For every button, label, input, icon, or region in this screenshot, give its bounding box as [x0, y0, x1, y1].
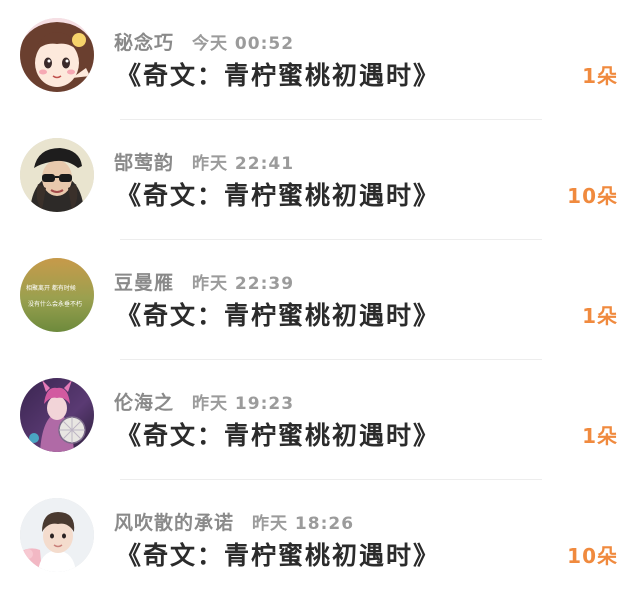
list-item[interactable]: 相聚离开 都有时候 没有什么会永垂不朽 豆曼雁 昨天 22:39 《奇文：青柠蜜… [0, 240, 640, 360]
book-title[interactable]: 《奇文：青柠蜜桃初遇时》 [116, 56, 440, 92]
boy-portrait-avatar[interactable] [20, 498, 94, 572]
list-item[interactable]: 风吹散的承诺 昨天 18:26 《奇文：青柠蜜桃初遇时》 10朵 [0, 480, 640, 600]
timestamp: 昨天 18:26 [252, 514, 355, 534]
item-meta: 郜莺韵 昨天 22:41 [114, 148, 294, 175]
timestamp: 昨天 19:23 [192, 394, 295, 414]
user-name[interactable]: 秘念巧 [114, 28, 174, 55]
list-item[interactable]: 秘念巧 今天 00:52 《奇文：青柠蜜桃初遇时》 1朵 [0, 0, 640, 120]
item-meta: 伦海之 昨天 19:23 [114, 388, 294, 415]
timestamp: 昨天 22:39 [192, 274, 295, 294]
gift-list: 秘念巧 今天 00:52 《奇文：青柠蜜桃初遇时》 1朵 郜莺韵 昨天 22:4… [0, 0, 640, 616]
game-character-avatar[interactable] [20, 378, 94, 452]
flower-count: 1朵 [582, 424, 618, 448]
timestamp: 昨天 22:41 [192, 154, 295, 174]
book-title[interactable]: 《奇文：青柠蜜桃初遇时》 [116, 416, 440, 452]
book-title[interactable]: 《奇文：青柠蜜桃初遇时》 [116, 296, 440, 332]
flower-count: 10朵 [567, 544, 618, 568]
anime-girl-avatar[interactable] [20, 18, 94, 92]
timestamp: 今天 00:52 [192, 34, 295, 54]
flower-count: 1朵 [582, 64, 618, 88]
item-meta: 风吹散的承诺 昨天 18:26 [114, 508, 354, 535]
flower-count: 10朵 [567, 184, 618, 208]
user-name[interactable]: 伦海之 [114, 388, 174, 415]
user-name[interactable]: 豆曼雁 [114, 268, 174, 295]
flower-count: 1朵 [582, 304, 618, 328]
item-meta: 豆曼雁 昨天 22:39 [114, 268, 294, 295]
item-meta: 秘念巧 今天 00:52 [114, 28, 294, 55]
book-title[interactable]: 《奇文：青柠蜜桃初遇时》 [116, 176, 440, 212]
quote-text-avatar[interactable]: 相聚离开 都有时候 没有什么会永垂不朽 [20, 258, 94, 332]
avatar-text-line: 没有什么会永垂不朽 [28, 300, 82, 308]
avatar-text-line: 相聚离开 都有时候 [26, 284, 76, 292]
list-item[interactable]: 伦海之 昨天 19:23 《奇文：青柠蜜桃初遇时》 1朵 [0, 360, 640, 480]
user-name[interactable]: 风吹散的承诺 [114, 508, 234, 535]
list-item[interactable]: 郜莺韵 昨天 22:41 《奇文：青柠蜜桃初遇时》 10朵 [0, 120, 640, 240]
sunglasses-woman-avatar[interactable] [20, 138, 94, 212]
book-title[interactable]: 《奇文：青柠蜜桃初遇时》 [116, 536, 440, 572]
user-name[interactable]: 郜莺韵 [114, 148, 174, 175]
